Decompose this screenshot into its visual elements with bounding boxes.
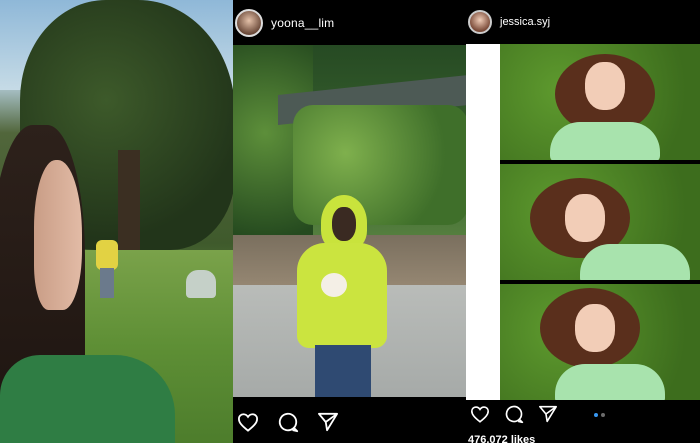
carousel-dot-active [594, 413, 598, 417]
jeans [315, 345, 371, 397]
mint-top [580, 244, 690, 280]
face [585, 62, 625, 110]
username[interactable]: yoona__lim [271, 16, 334, 30]
foreground-face [34, 160, 82, 310]
seated-person [186, 270, 216, 298]
face [575, 304, 615, 352]
park-photo [0, 0, 233, 443]
tree-trunk [118, 150, 140, 260]
heart-icon[interactable] [237, 412, 259, 432]
carousel-dot [601, 413, 605, 417]
avatar[interactable] [468, 10, 492, 34]
background-person [96, 240, 118, 270]
carousel-indicator [594, 413, 605, 417]
post-yoona: yoona__lim [233, 0, 466, 443]
heart-icon[interactable] [470, 405, 490, 428]
username[interactable]: jessica.syj [500, 16, 550, 28]
foreground-green-shirt [0, 355, 175, 443]
mint-top [555, 364, 665, 400]
post-header: jessica.syj [466, 0, 700, 44]
ivy-wall [293, 105, 466, 225]
like-count[interactable]: 476,072 likes [468, 434, 535, 443]
puppy [321, 273, 347, 297]
avatar[interactable] [235, 8, 263, 37]
photo-tile[interactable] [500, 44, 700, 160]
post-actions [466, 400, 700, 432]
comment-icon[interactable] [277, 411, 299, 433]
post-actions [233, 400, 466, 443]
send-icon[interactable] [538, 405, 558, 428]
white-margin [466, 44, 500, 400]
face [565, 194, 605, 242]
post-jessica: jessica.syj 476,072 likes [466, 0, 700, 443]
post-photo[interactable] [233, 45, 466, 397]
comment-icon[interactable] [504, 404, 524, 429]
photo-tile[interactable] [500, 164, 700, 280]
mint-top [550, 122, 660, 160]
photo-tile[interactable] [500, 284, 700, 400]
yellow-hoodie [297, 243, 387, 348]
background-person-legs [100, 268, 114, 298]
face [332, 207, 356, 241]
send-icon[interactable] [317, 412, 339, 432]
post-header: yoona__lim [233, 0, 466, 45]
